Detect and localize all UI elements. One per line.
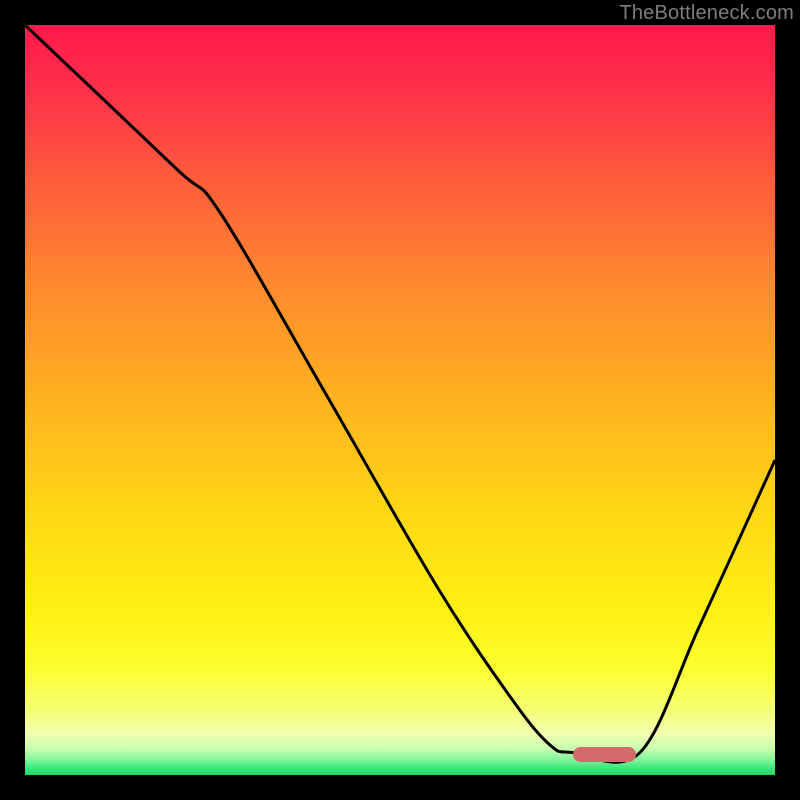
optimum-marker <box>573 747 637 762</box>
watermark-text: TheBottleneck.com <box>619 2 794 25</box>
plot-area <box>25 25 775 775</box>
curve-line <box>25 25 775 775</box>
